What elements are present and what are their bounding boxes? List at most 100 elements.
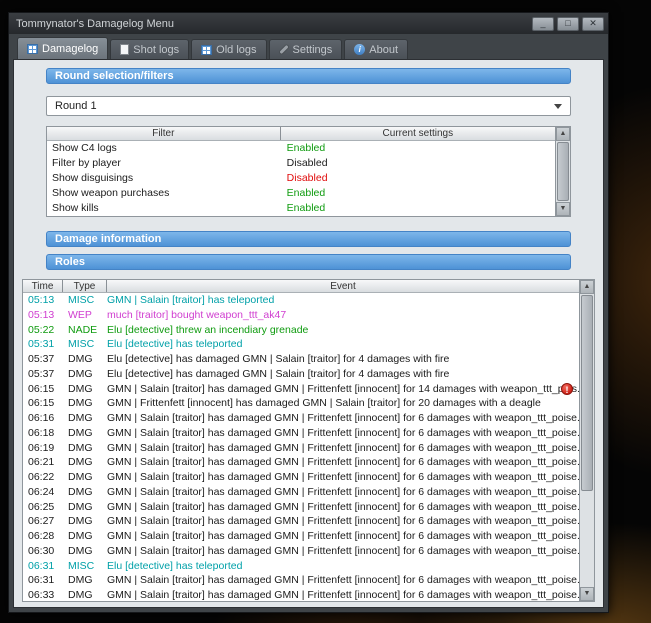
log-event: GMN | Frittenfett [innocent] has damaged… — [107, 397, 541, 410]
log-row[interactable]: 06:16 DMG GMN | Salain [traitor] has damag… — [23, 411, 579, 426]
log-event: Elu [detective] threw an incendiary gren… — [107, 323, 309, 336]
time-column-header[interactable]: Time — [23, 280, 63, 292]
log-row[interactable]: 06:30 DMG GMN | Salain [traitor] has damag… — [23, 544, 579, 559]
scrollbar-thumb[interactable] — [581, 295, 593, 492]
log-time: 06:16 — [28, 412, 55, 424]
scroll-down-button[interactable]: ▼ — [556, 202, 570, 216]
scroll-up-button[interactable]: ▲ — [580, 280, 594, 294]
log-row[interactable]: 05:13 WEP much [traitor] bought weapon_ttt… — [23, 308, 579, 323]
scroll-down-button[interactable]: ▼ — [580, 587, 594, 601]
log-event: GMN | Salain [traitor] has damaged GMN |… — [107, 589, 579, 601]
filter-setting: Disabled — [286, 157, 328, 169]
wrench-icon — [278, 44, 289, 55]
settings-column-header[interactable]: Current settings — [281, 127, 555, 140]
log-row[interactable]: 06:19 DMG GMN | Salain [traitor] has damag… — [23, 441, 579, 456]
alert-icon[interactable]: ! — [561, 382, 573, 395]
filter-column-header[interactable]: Filter — [47, 127, 281, 140]
log-type: MISC — [68, 559, 95, 572]
close-button[interactable]: ✕ — [582, 16, 604, 31]
type-column-header[interactable]: Type — [63, 280, 107, 292]
log-row[interactable]: 06:15 DMG GMN | Salain [traitor] has damag… — [23, 382, 579, 397]
filter-row[interactable]: Show kills Enabled — [47, 201, 555, 216]
log-row[interactable]: 06:18 DMG GMN | Salain [traitor] has damag… — [23, 426, 579, 441]
tab-label: Old logs — [216, 43, 257, 56]
log-type: DMG — [68, 382, 93, 395]
log-time: 06:22 — [28, 471, 55, 483]
scrollbar-thumb[interactable] — [557, 142, 569, 201]
tab-shot-logs[interactable]: Shot logs — [110, 39, 190, 59]
log-type: DMG — [68, 441, 93, 454]
maximize-button[interactable]: □ — [557, 16, 579, 31]
log-time: 06:28 — [28, 530, 55, 542]
log-time: 06:31 — [28, 574, 55, 587]
log-type: DMG — [68, 412, 93, 424]
log-event: GMN | Salain [traitor] has damaged GMN |… — [107, 382, 579, 395]
tab-label: Shot logs — [133, 43, 180, 56]
filter-table-scrollbar[interactable]: ▲ ▼ — [555, 127, 570, 216]
scrollbar-track[interactable] — [580, 294, 594, 587]
log-type: DMG — [68, 574, 93, 587]
log-event: Elu [detective] has teleported — [107, 338, 243, 351]
log-time: 05:13 — [28, 308, 55, 321]
log-type: NADE — [68, 323, 98, 336]
log-row[interactable]: 05:37 DMG Elu [detective] has damaged GMN … — [23, 367, 579, 382]
log-time: 06:30 — [28, 544, 55, 557]
event-column-header[interactable]: Event — [107, 280, 579, 292]
tab-label: Settings — [292, 43, 333, 56]
log-type: WEP — [68, 308, 92, 321]
tab-damagelog[interactable]: Damagelog — [17, 37, 109, 59]
window-controls: _ □ ✕ — [532, 16, 604, 31]
log-row[interactable]: 05:37 DMG Elu [detective] has damaged GMN … — [23, 352, 579, 367]
section-roles[interactable]: Roles — [46, 254, 571, 270]
log-row[interactable]: 06:22 DMG GMN | Salain [traitor] has damag… — [23, 470, 579, 485]
titlebar[interactable]: Tommynator's Damagelog Menu _ □ ✕ — [9, 13, 608, 34]
scrollbar-track[interactable] — [556, 141, 570, 202]
event-log-table: Time Type Event 05:13 MISC GMN | Salain [t… — [22, 279, 595, 602]
log-type: DMG — [68, 367, 93, 380]
log-type: DMG — [68, 471, 93, 483]
filter-row[interactable]: Show C4 logs Enabled — [47, 141, 555, 156]
window-title: Tommynator's Damagelog Menu — [16, 17, 175, 30]
log-row[interactable]: 06:31 MISC Elu [detective] has teleported — [23, 559, 579, 574]
round-select[interactable]: Round 1 — [46, 96, 571, 116]
log-row[interactable]: 06:25 DMG GMN | Salain [traitor] has damag… — [23, 500, 579, 515]
log-time: 05:31 — [28, 338, 55, 351]
log-time: 06:24 — [28, 485, 55, 498]
log-event: GMN | Salain [traitor] has damaged GMN |… — [107, 412, 579, 424]
tab-old-logs[interactable]: Old logs — [191, 39, 267, 59]
log-row[interactable]: 06:28 DMG GMN | Salain [traitor] has damag… — [23, 529, 579, 544]
log-type: DMG — [68, 485, 93, 498]
filter-setting: Disabled — [286, 172, 328, 184]
filter-name: Filter by player — [52, 157, 121, 169]
log-row[interactable]: 06:33 DMG GMN | Salain [traitor] has damag… — [23, 588, 579, 601]
filter-table: Filter Current settings Show C4 logs Enab… — [46, 126, 571, 217]
log-row[interactable]: 06:27 DMG GMN | Salain [traitor] has damag… — [23, 514, 579, 529]
log-event: GMN | Salain [traitor] has damaged GMN |… — [107, 441, 579, 454]
log-time: 06:15 — [28, 382, 55, 395]
log-type: DMG — [68, 456, 93, 469]
log-type: DMG — [68, 353, 93, 365]
section-round-filters[interactable]: Round selection/filters — [46, 68, 571, 84]
filter-row[interactable]: Show disguisings Disabled — [47, 171, 555, 186]
filter-setting: Enabled — [286, 187, 326, 199]
log-row[interactable]: 05:31 MISC Elu [detective] has teleported — [23, 337, 579, 352]
tab-settings[interactable]: Settings — [268, 39, 343, 59]
log-event: GMN | Salain [traitor] has damaged GMN |… — [107, 515, 579, 528]
log-table-scrollbar[interactable]: ▲ ▼ — [579, 280, 594, 601]
scroll-up-button[interactable]: ▲ — [556, 127, 570, 141]
log-row[interactable]: 06:15 DMG GMN | Frittenfett [innocent] has… — [23, 396, 579, 411]
minimize-button[interactable]: _ — [532, 16, 554, 31]
section-damage-information[interactable]: Damage information — [46, 231, 571, 247]
filter-row[interactable]: Show weapon purchases Enabled — [47, 186, 555, 201]
log-event: GMN | Salain [traitor] has damaged GMN |… — [107, 544, 579, 557]
log-row[interactable]: 05:22 NADE Elu [detective] threw an incend… — [23, 323, 579, 338]
log-event: GMN | Salain [traitor] has damaged GMN |… — [107, 574, 579, 587]
tab-about[interactable]: i About — [344, 39, 408, 59]
log-row[interactable]: 06:31 DMG GMN | Salain [traitor] has damag… — [23, 573, 579, 588]
log-row[interactable]: 05:13 MISC GMN | Salain [traitor] has tele… — [23, 293, 579, 308]
page-icon — [120, 44, 130, 55]
filter-name: Show disguisings — [52, 172, 134, 184]
log-row[interactable]: 06:21 DMG GMN | Salain [traitor] has damag… — [23, 455, 579, 470]
filter-row[interactable]: Filter by player Disabled — [47, 156, 555, 171]
log-row[interactable]: 06:24 DMG GMN | Salain [traitor] has damag… — [23, 485, 579, 500]
